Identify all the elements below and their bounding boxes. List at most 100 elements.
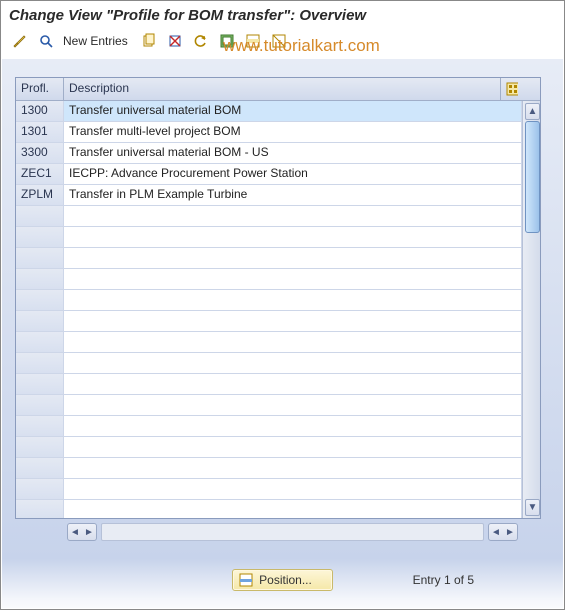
hscroll-track[interactable] <box>101 523 484 541</box>
footer: Position... <box>1 569 564 591</box>
undo-icon[interactable] <box>190 30 212 52</box>
copy-as-icon[interactable] <box>138 30 160 52</box>
hscroll-right2-button[interactable]: ► <box>503 525 517 539</box>
table-row[interactable] <box>16 353 522 374</box>
cell-profl[interactable] <box>16 437 64 457</box>
cell-description[interactable] <box>64 395 522 415</box>
table-settings-button[interactable] <box>501 78 523 100</box>
cell-profl[interactable] <box>16 374 64 394</box>
column-header-description[interactable]: Description <box>64 78 501 100</box>
table-row[interactable] <box>16 395 522 416</box>
cell-description[interactable] <box>64 374 522 394</box>
table-header: Profl. Description <box>16 78 540 101</box>
table-body: 1300Transfer universal material BOM1301T… <box>16 101 522 518</box>
cell-description[interactable] <box>64 332 522 352</box>
cell-description[interactable] <box>64 458 522 478</box>
hscroll-left2-button[interactable]: ◄ <box>489 525 503 539</box>
cell-profl[interactable] <box>16 269 64 289</box>
table-row[interactable]: ZPLMTransfer in PLM Example Turbine <box>16 185 522 206</box>
cell-description[interactable] <box>64 500 522 518</box>
cell-profl[interactable] <box>16 290 64 310</box>
position-icon <box>239 573 253 587</box>
cell-description[interactable] <box>64 416 522 436</box>
cell-profl[interactable]: 3300 <box>16 143 64 163</box>
details-icon[interactable] <box>35 30 57 52</box>
cell-description[interactable]: IECPP: Advance Procurement Power Station <box>64 164 522 184</box>
select-all-table-icon <box>219 33 235 49</box>
delete-icon[interactable] <box>164 30 186 52</box>
cell-description[interactable] <box>64 227 522 247</box>
table-row[interactable]: 3300Transfer universal material BOM - US <box>16 143 522 164</box>
table-row[interactable] <box>16 437 522 458</box>
cell-profl[interactable]: 1300 <box>16 101 64 121</box>
magnifier-icon <box>38 33 54 49</box>
cell-description[interactable] <box>64 248 522 268</box>
cell-profl[interactable]: 1301 <box>16 122 64 142</box>
cell-profl[interactable] <box>16 395 64 415</box>
cell-description[interactable] <box>64 290 522 310</box>
table-row[interactable] <box>16 500 522 518</box>
hscroll-left-button[interactable]: ◄ <box>68 525 82 539</box>
vertical-scrollbar[interactable]: ▲ ▼ <box>522 101 540 518</box>
cell-description[interactable]: Transfer universal material BOM <box>64 101 522 121</box>
cell-description[interactable] <box>64 206 522 226</box>
select-all-icon[interactable] <box>216 30 238 52</box>
cell-profl[interactable] <box>16 248 64 268</box>
table-row[interactable] <box>16 332 522 353</box>
cell-profl[interactable] <box>16 416 64 436</box>
pencil-glasses-icon <box>12 33 28 49</box>
scroll-thumb[interactable] <box>525 121 540 233</box>
cell-profl[interactable] <box>16 479 64 499</box>
hscroll-left-group[interactable]: ◄ ► <box>67 523 97 541</box>
cell-description[interactable] <box>64 353 522 373</box>
hscroll-right-group[interactable]: ◄ ► <box>488 523 518 541</box>
scroll-up-button[interactable]: ▲ <box>525 103 540 120</box>
cell-description[interactable]: Transfer in PLM Example Turbine <box>64 185 522 205</box>
horizontal-scroll-area: ◄ ► ◄ ► <box>15 521 539 543</box>
table-row[interactable] <box>16 416 522 437</box>
cell-description[interactable] <box>64 437 522 457</box>
table-row[interactable] <box>16 458 522 479</box>
new-entries-button[interactable]: New Entries <box>61 34 134 48</box>
cell-description[interactable]: Transfer multi-level project BOM <box>64 122 522 142</box>
select-block-table-icon <box>245 33 261 49</box>
cell-profl[interactable] <box>16 311 64 331</box>
undo-change-icon <box>193 33 209 49</box>
table-row[interactable]: 1300Transfer universal material BOM <box>16 101 522 122</box>
cell-profl[interactable] <box>16 332 64 352</box>
hscroll-right-button[interactable]: ► <box>82 525 96 539</box>
cell-profl[interactable] <box>16 353 64 373</box>
delete-entry-icon <box>167 33 183 49</box>
deselect-all-icon[interactable] <box>268 30 290 52</box>
position-button-label: Position... <box>259 573 312 587</box>
cell-profl[interactable] <box>16 227 64 247</box>
cell-profl[interactable]: ZPLM <box>16 185 64 205</box>
page-title: Change View "Profile for BOM transfer": … <box>1 1 564 28</box>
cell-description[interactable] <box>64 311 522 331</box>
table-row[interactable]: 1301Transfer multi-level project BOM <box>16 122 522 143</box>
table-row[interactable] <box>16 311 522 332</box>
table-row[interactable] <box>16 227 522 248</box>
cell-description[interactable]: Transfer universal material BOM - US <box>64 143 522 163</box>
position-button[interactable]: Position... <box>232 569 333 591</box>
cell-description[interactable] <box>64 269 522 289</box>
column-header-profl[interactable]: Profl. <box>16 78 64 100</box>
table-row[interactable] <box>16 479 522 500</box>
select-block-icon[interactable] <box>242 30 264 52</box>
table-row[interactable] <box>16 248 522 269</box>
toggle-display-change-icon[interactable] <box>9 30 31 52</box>
cell-profl[interactable]: ZEC1 <box>16 164 64 184</box>
toolbar: New Entries <box>1 28 564 58</box>
entry-status: Entry 1 of 5 <box>413 573 474 587</box>
scrollbar-header-spacer <box>523 78 540 100</box>
cell-profl[interactable] <box>16 458 64 478</box>
cell-description[interactable] <box>64 479 522 499</box>
table-row[interactable]: ZEC1IECPP: Advance Procurement Power Sta… <box>16 164 522 185</box>
table-row[interactable] <box>16 290 522 311</box>
table-row[interactable] <box>16 206 522 227</box>
scroll-down-button[interactable]: ▼ <box>525 499 540 516</box>
table-row[interactable] <box>16 269 522 290</box>
cell-profl[interactable] <box>16 500 64 518</box>
cell-profl[interactable] <box>16 206 64 226</box>
table-row[interactable] <box>16 374 522 395</box>
